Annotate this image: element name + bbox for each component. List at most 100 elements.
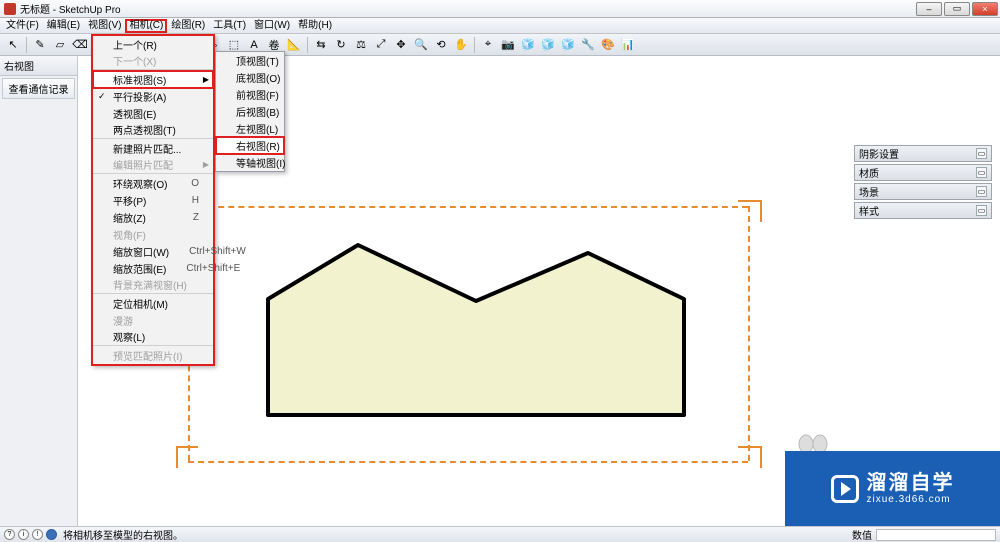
tool-14[interactable]: ⇆: [312, 36, 330, 54]
menu-window[interactable]: 窗口(W): [250, 19, 294, 33]
view-item-5[interactable]: 右视图(R): [216, 137, 284, 154]
menu-item-label: 等轴视图(I): [236, 155, 285, 170]
status-icon-tip[interactable]: !: [32, 529, 43, 540]
tool-24[interactable]: 🧊: [519, 36, 537, 54]
guide-top: [188, 206, 748, 208]
menu-draw[interactable]: 绘图(R): [167, 19, 209, 33]
tool-25[interactable]: 🧊: [539, 36, 557, 54]
submenu-arrow-icon: ▶: [203, 75, 209, 84]
camera-menu-item-0[interactable]: 上一个(R): [93, 36, 213, 53]
menu-item-label: 视角(F): [113, 227, 146, 242]
camera-menu-item-3[interactable]: 平行投影(A): [93, 88, 213, 105]
guide-bottom: [188, 461, 748, 463]
app-icon: [4, 3, 16, 15]
status-icon-help[interactable]: ?: [4, 529, 15, 540]
menu-shortcut: Ctrl+Shift+W: [169, 246, 246, 257]
view-item-2[interactable]: 前视图(F): [216, 86, 284, 103]
view-item-4[interactable]: 左视图(L): [216, 120, 284, 137]
minimize-button[interactable]: –: [916, 2, 942, 16]
tool-2[interactable]: ▱: [51, 36, 69, 54]
tool-15[interactable]: ↻: [332, 36, 350, 54]
menu-edit[interactable]: 编辑(E): [43, 19, 84, 33]
view-item-6[interactable]: 等轴视图(I): [216, 154, 284, 171]
menu-item-label: 环绕观察(O): [113, 176, 167, 191]
tool-22[interactable]: ⌖: [479, 36, 497, 54]
tray-collapse-icon[interactable]: ▭: [976, 167, 987, 178]
status-icons: ? i !: [4, 529, 57, 540]
menu-item-label: 顶视图(T): [236, 53, 279, 68]
menu-shortcut: Z: [173, 212, 199, 223]
menu-tools[interactable]: 工具(T): [209, 19, 250, 33]
camera-menu-item-13[interactable]: 缩放范围(E)Ctrl+Shift+E: [93, 260, 213, 277]
tool-17[interactable]: ⤢: [372, 36, 390, 54]
watermark-title: 溜溜自学: [867, 472, 955, 494]
tool-29[interactable]: 📊: [619, 36, 637, 54]
camera-menu-item-15[interactable]: 定位相机(M): [93, 295, 213, 312]
camera-menu-item-1: 下一个(X): [93, 53, 213, 70]
camera-menu-item-10[interactable]: 缩放(Z)Z: [93, 209, 213, 226]
camera-menu-item-17[interactable]: 观察(L): [93, 329, 213, 346]
view-item-1[interactable]: 底视图(O): [216, 69, 284, 86]
status-icon-user[interactable]: [46, 529, 57, 540]
tray-3[interactable]: 样式▭: [854, 202, 992, 219]
crop-tr-v: [760, 200, 762, 222]
submenu-arrow-icon: ▶: [203, 160, 209, 169]
watermark-url: zixue.3d66.com: [867, 494, 955, 505]
maximize-button[interactable]: ▭: [944, 2, 970, 16]
status-icon-info[interactable]: i: [18, 529, 29, 540]
camera-menu-item-8[interactable]: 环绕观察(O)O: [93, 175, 213, 192]
camera-menu-item-5[interactable]: 两点透视图(T): [93, 122, 213, 139]
menu-view[interactable]: 视图(V): [84, 19, 125, 33]
tool-0[interactable]: ↖: [4, 36, 22, 54]
menu-camera[interactable]: 相机(C): [125, 19, 167, 33]
close-button[interactable]: ×: [972, 2, 998, 16]
menu-file[interactable]: 文件(F): [2, 19, 43, 33]
watermark: 溜溜自学 zixue.3d66.com: [785, 451, 1000, 526]
menu-item-label: 预览匹配照片(I): [113, 348, 182, 363]
title-bar: 无标题 - SketchUp Pro – ▭ ×: [0, 0, 1000, 18]
value-input[interactable]: [876, 529, 996, 541]
tool-3[interactable]: ⌫: [71, 36, 89, 54]
tray-collapse-icon[interactable]: ▭: [976, 148, 987, 159]
tool-1[interactable]: ✎: [31, 36, 49, 54]
tool-26[interactable]: 🧊: [559, 36, 577, 54]
menu-item-label: 前视图(F): [236, 87, 279, 102]
tool-16[interactable]: ⚖: [352, 36, 370, 54]
menu-item-label: 缩放范围(E): [113, 261, 166, 276]
tray-1[interactable]: 材质 ▭: [854, 164, 992, 181]
tool-27[interactable]: 🔧: [579, 36, 597, 54]
tool-28[interactable]: 🎨: [599, 36, 617, 54]
model-shape: [266, 241, 686, 417]
left-panel: 右视图 查看通信记录: [0, 56, 78, 526]
camera-menu-dropdown: 上一个(R)下一个(X)标准视图(S)▶平行投影(A)透视图(E)两点透视图(T…: [91, 34, 215, 366]
camera-menu-item-12[interactable]: 缩放窗口(W)Ctrl+Shift+W: [93, 243, 213, 260]
tool-20[interactable]: ⟲: [432, 36, 450, 54]
camera-menu-item-2[interactable]: 标准视图(S)▶: [93, 71, 213, 88]
tool-18[interactable]: ✥: [392, 36, 410, 54]
tray-collapse-icon[interactable]: ▭: [976, 205, 987, 216]
view-item-3[interactable]: 后视图(B): [216, 103, 284, 120]
view-item-0[interactable]: 顶视图(T): [216, 52, 284, 69]
menu-shortcut: Ctrl+Shift+E: [166, 263, 240, 274]
menu-item-label: 定位相机(M): [113, 296, 168, 311]
tray-0[interactable]: 阴影设置▭: [854, 145, 992, 162]
camera-menu-item-6[interactable]: 新建照片匹配...: [93, 140, 213, 157]
menu-help[interactable]: 帮助(H): [294, 19, 336, 33]
tool-13[interactable]: 📐: [285, 36, 303, 54]
menu-item-label: 编辑照片匹配: [113, 157, 173, 172]
camera-menu-item-4[interactable]: 透视图(E): [93, 105, 213, 122]
menu-item-label: 背景充满视窗(H): [113, 277, 187, 292]
menu-item-label: 底视图(O): [236, 70, 280, 85]
view-log-button[interactable]: 查看通信记录: [2, 78, 75, 99]
tray-2[interactable]: 场景▭: [854, 183, 992, 200]
camera-menu-item-11: 视角(F): [93, 226, 213, 243]
tool-23[interactable]: 📷: [499, 36, 517, 54]
tray-collapse-icon[interactable]: ▭: [976, 186, 987, 197]
guide-right: [748, 206, 750, 461]
tool-21[interactable]: ✋: [452, 36, 470, 54]
camera-menu-item-7: 编辑照片匹配 ▶: [93, 157, 213, 174]
tool-19[interactable]: 🔍: [412, 36, 430, 54]
value-label: 数值: [852, 527, 872, 542]
camera-menu-item-9[interactable]: 平移(P)H: [93, 192, 213, 209]
tray-title: 材质: [859, 165, 879, 180]
